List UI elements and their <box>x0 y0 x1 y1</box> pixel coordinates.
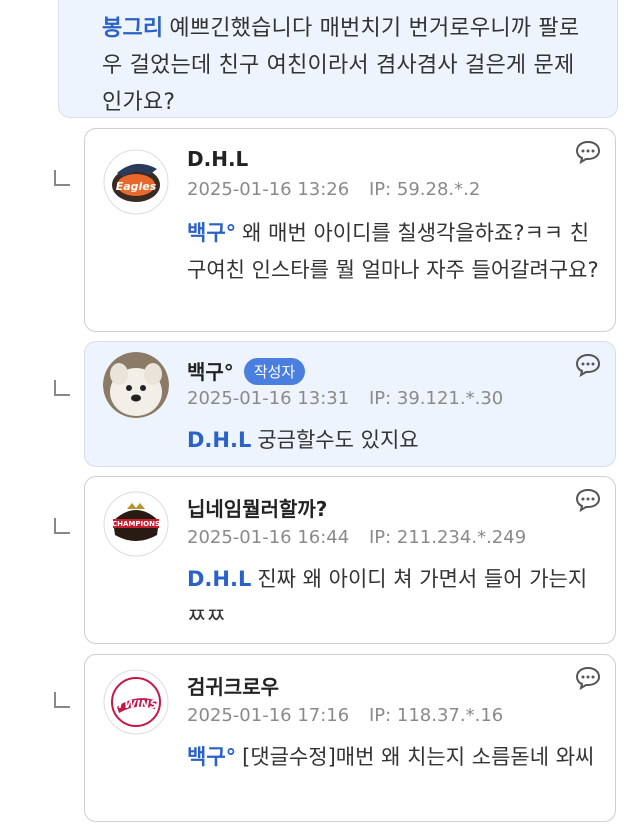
comment-date: 2025-01-16 17:16 <box>187 705 350 726</box>
comment-card: CHAMPIONS 닙네임뭘러할까? 2025-01-16 16:44 IP: … <box>84 476 616 644</box>
reply-indicator-icon <box>54 692 70 708</box>
author-badge: 작성자 <box>243 358 306 385</box>
comment-nickname[interactable]: 닙네임뭘러할까? <box>187 493 327 522</box>
reply-indicator-icon <box>54 518 70 534</box>
comment-meta: 2025-01-16 17:16 IP: 118.37.*.16 <box>187 705 503 726</box>
comment-body: D.H.L 궁금할수도 있지요 <box>187 422 602 459</box>
nickname-text: 백구° <box>187 360 234 384</box>
comment-text: 왜 매번 아이디를 칠생각을하죠?ㅋㅋ 친구여친 인스타를 뭘 얼마나 자주 들… <box>187 221 599 282</box>
reply-comment-icon[interactable] <box>575 352 601 378</box>
comment-date: 2025-01-16 16:44 <box>187 527 350 548</box>
mention-link[interactable]: D.H.L <box>187 428 251 452</box>
ip-label: IP: <box>368 388 392 409</box>
reply-comment-icon[interactable] <box>575 139 601 165</box>
reply-indicator-icon <box>54 380 70 396</box>
mention-link[interactable]: 백구° <box>187 745 236 769</box>
ip-label: IP: <box>368 179 392 200</box>
comment-nickname[interactable]: 백구° 작성자 <box>187 356 306 385</box>
comment-card: TWINS 검귀크로우 2025-01-16 17:16 IP: 118.37.… <box>84 654 616 822</box>
eagles-logo-icon[interactable]: Eagles <box>103 149 169 215</box>
reply-comment-icon[interactable] <box>575 487 601 513</box>
comment-text: 궁금할수도 있지요 <box>257 428 419 452</box>
comment-meta: 2025-01-16 16:44 IP: 211.234.*.249 <box>187 527 526 548</box>
comment-ip: 39.121.*.30 <box>396 388 504 409</box>
comment-ip: 59.28.*.2 <box>396 179 481 200</box>
comment-body: 백구° 왜 매번 아이디를 칠생각을하죠?ㅋㅋ 친구여친 인스타를 뭘 얼마나 자… <box>187 215 602 289</box>
ip-label: IP: <box>368 705 392 726</box>
reply-indicator-icon <box>54 170 70 186</box>
comment-meta: 2025-01-16 13:26 IP: 59.28.*.2 <box>187 179 480 200</box>
comment-card: Eagles D.H.L 2025-01-16 13:26 IP: 59.28.… <box>84 128 616 332</box>
svg-text:TWINS: TWINS <box>117 698 158 711</box>
ip-label: IP: <box>368 527 392 548</box>
twins-logo-icon[interactable]: TWINS <box>103 669 169 735</box>
mention-link[interactable]: 백구° <box>187 221 236 245</box>
comment-card-author: 백구° 작성자 2025-01-16 13:31 IP: 39.121.*.30 … <box>84 341 616 467</box>
svg-text:CHAMPIONS: CHAMPIONS <box>112 520 160 528</box>
reply-comment-icon[interactable] <box>575 665 601 691</box>
champions-logo-icon[interactable]: CHAMPIONS <box>103 491 169 557</box>
comment-text: [댓글수정]매번 왜 치는지 소름돋네 와씨 <box>242 745 595 769</box>
svg-text:Eagles: Eagles <box>116 180 157 193</box>
comment-meta: 2025-01-16 13:31 IP: 39.121.*.30 <box>187 388 503 409</box>
parent-comment-body: 봉그리 예쁘긴했습니다 매번치기 번거로우니까 팔로우 걸었는데 친구 여친이라서… <box>102 10 592 121</box>
comment-text: 예쁘긴했습니다 매번치기 번거로우니까 팔로우 걸었는데 친구 여친이라서 겸사… <box>102 16 580 115</box>
comment-date: 2025-01-16 13:31 <box>187 388 350 409</box>
comment-ip: 211.234.*.249 <box>396 527 527 548</box>
dog-photo-icon[interactable] <box>103 352 169 418</box>
comment-ip: 118.37.*.16 <box>396 705 504 726</box>
mention-link[interactable]: D.H.L <box>187 567 251 591</box>
comment-date: 2025-01-16 13:26 <box>187 179 350 200</box>
comment-body: D.H.L 진짜 왜 아이디 쳐 가면서 들어 가는지 ㅉㅉ <box>187 561 602 635</box>
comment-nickname[interactable]: 검귀크로우 <box>187 671 279 700</box>
comment-body: 백구° [댓글수정]매번 왜 치는지 소름돋네 와씨 <box>187 739 602 776</box>
comment-nickname[interactable]: D.H.L <box>187 147 248 171</box>
mention-link[interactable]: 봉그리 <box>102 16 163 41</box>
